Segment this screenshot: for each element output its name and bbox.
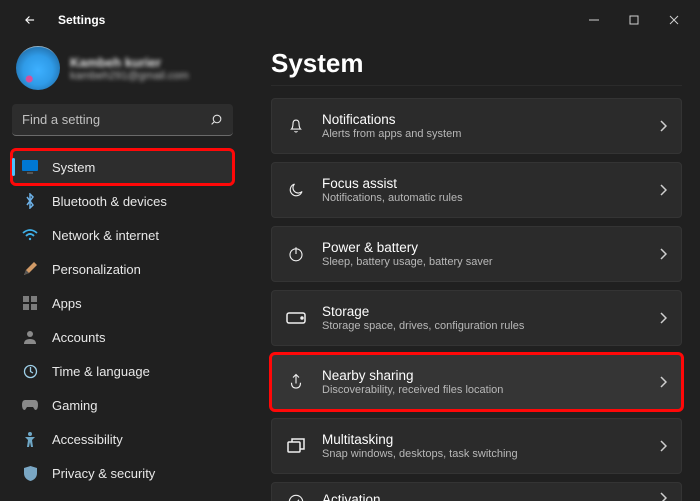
card-title: Activation bbox=[322, 492, 530, 501]
profile-name: Kambeh kurier bbox=[70, 55, 189, 70]
page-title: System bbox=[271, 48, 682, 79]
card-power[interactable]: Power & battery Sleep, battery usage, ba… bbox=[271, 226, 682, 282]
share-icon bbox=[286, 372, 306, 392]
divider bbox=[271, 85, 682, 86]
card-desc: Storage space, drives, configuration rul… bbox=[322, 320, 524, 332]
profile-email: kambeh291@gmail.com bbox=[70, 70, 189, 82]
gaming-icon bbox=[22, 397, 38, 413]
nav-list: System Bluetooth & devices Network & int… bbox=[12, 150, 233, 490]
title-bar: Settings bbox=[0, 0, 700, 40]
sidebar-item-label: Bluetooth & devices bbox=[52, 194, 167, 209]
sidebar-item-label: Gaming bbox=[52, 398, 98, 413]
app-title: Settings bbox=[58, 13, 105, 27]
sidebar-item-system[interactable]: System bbox=[12, 150, 233, 184]
sidebar-item-time[interactable]: Time & language bbox=[12, 354, 233, 388]
card-desc: Sleep, battery usage, battery saver bbox=[322, 256, 493, 268]
bluetooth-icon bbox=[22, 193, 38, 209]
settings-list: Notifications Alerts from apps and syste… bbox=[271, 98, 682, 501]
chevron-right-icon bbox=[659, 440, 667, 452]
sidebar: Kambeh kurier kambeh291@gmail.com System bbox=[0, 40, 245, 501]
sidebar-item-label: Personalization bbox=[52, 262, 141, 277]
card-title: Focus assist bbox=[322, 176, 463, 191]
maximize-button[interactable] bbox=[614, 6, 654, 34]
brush-icon bbox=[22, 261, 38, 277]
card-title: Nearby sharing bbox=[322, 368, 503, 383]
card-desc: Snap windows, desktops, task switching bbox=[322, 448, 518, 460]
sidebar-item-label: Accessibility bbox=[52, 432, 123, 447]
card-focus-assist[interactable]: Focus assist Notifications, automatic ru… bbox=[271, 162, 682, 218]
windows-icon bbox=[286, 436, 306, 456]
sidebar-item-label: Time & language bbox=[52, 364, 150, 379]
sidebar-item-privacy[interactable]: Privacy & security bbox=[12, 456, 233, 490]
card-title: Multitasking bbox=[322, 432, 518, 447]
card-desc: Notifications, automatic rules bbox=[322, 192, 463, 204]
accessibility-icon bbox=[22, 431, 38, 447]
chevron-right-icon bbox=[659, 312, 667, 324]
card-storage[interactable]: Storage Storage space, drives, configura… bbox=[271, 290, 682, 346]
card-desc: Alerts from apps and system bbox=[322, 128, 461, 140]
sidebar-item-label: Network & internet bbox=[52, 228, 159, 243]
minimize-button[interactable] bbox=[574, 6, 614, 34]
window-controls bbox=[574, 6, 694, 34]
card-nearby-sharing[interactable]: Nearby sharing Discoverability, received… bbox=[271, 354, 682, 410]
system-icon bbox=[22, 159, 38, 175]
sidebar-item-label: Accounts bbox=[52, 330, 105, 345]
bell-icon bbox=[286, 116, 306, 136]
close-button[interactable] bbox=[654, 6, 694, 34]
power-icon bbox=[286, 244, 306, 264]
globe-clock-icon bbox=[22, 363, 38, 379]
sidebar-item-apps[interactable]: Apps bbox=[12, 286, 233, 320]
search-box[interactable] bbox=[12, 104, 233, 136]
search-icon bbox=[210, 113, 223, 126]
apps-icon bbox=[22, 295, 38, 311]
card-activation[interactable]: Activation Activation state, subscriptio… bbox=[271, 482, 682, 501]
moon-icon bbox=[286, 180, 306, 200]
card-title: Storage bbox=[322, 304, 524, 319]
avatar bbox=[16, 46, 60, 90]
sidebar-item-label: Privacy & security bbox=[52, 466, 155, 481]
card-title: Power & battery bbox=[322, 240, 493, 255]
chevron-right-icon bbox=[659, 492, 667, 501]
chevron-right-icon bbox=[659, 376, 667, 388]
content-area: System Notifications Alerts from apps an… bbox=[245, 40, 700, 501]
profile-block[interactable]: Kambeh kurier kambeh291@gmail.com bbox=[12, 46, 233, 104]
sidebar-item-bluetooth[interactable]: Bluetooth & devices bbox=[12, 184, 233, 218]
chevron-right-icon bbox=[659, 248, 667, 260]
sidebar-item-accessibility[interactable]: Accessibility bbox=[12, 422, 233, 456]
check-icon bbox=[286, 492, 306, 501]
sidebar-item-label: System bbox=[52, 160, 95, 175]
sidebar-item-accounts[interactable]: Accounts bbox=[12, 320, 233, 354]
sidebar-item-personalization[interactable]: Personalization bbox=[12, 252, 233, 286]
drive-icon bbox=[286, 308, 306, 328]
chevron-right-icon bbox=[659, 184, 667, 196]
card-desc: Discoverability, received files location bbox=[322, 384, 503, 396]
card-notifications[interactable]: Notifications Alerts from apps and syste… bbox=[271, 98, 682, 154]
sidebar-item-network[interactable]: Network & internet bbox=[12, 218, 233, 252]
person-icon bbox=[22, 329, 38, 345]
back-button[interactable] bbox=[18, 8, 42, 32]
sidebar-item-label: Apps bbox=[52, 296, 82, 311]
card-multitasking[interactable]: Multitasking Snap windows, desktops, tas… bbox=[271, 418, 682, 474]
sidebar-item-gaming[interactable]: Gaming bbox=[12, 388, 233, 422]
card-title: Notifications bbox=[322, 112, 461, 127]
wifi-icon bbox=[22, 227, 38, 243]
chevron-right-icon bbox=[659, 120, 667, 132]
search-input[interactable] bbox=[22, 112, 210, 127]
shield-icon bbox=[22, 465, 38, 481]
